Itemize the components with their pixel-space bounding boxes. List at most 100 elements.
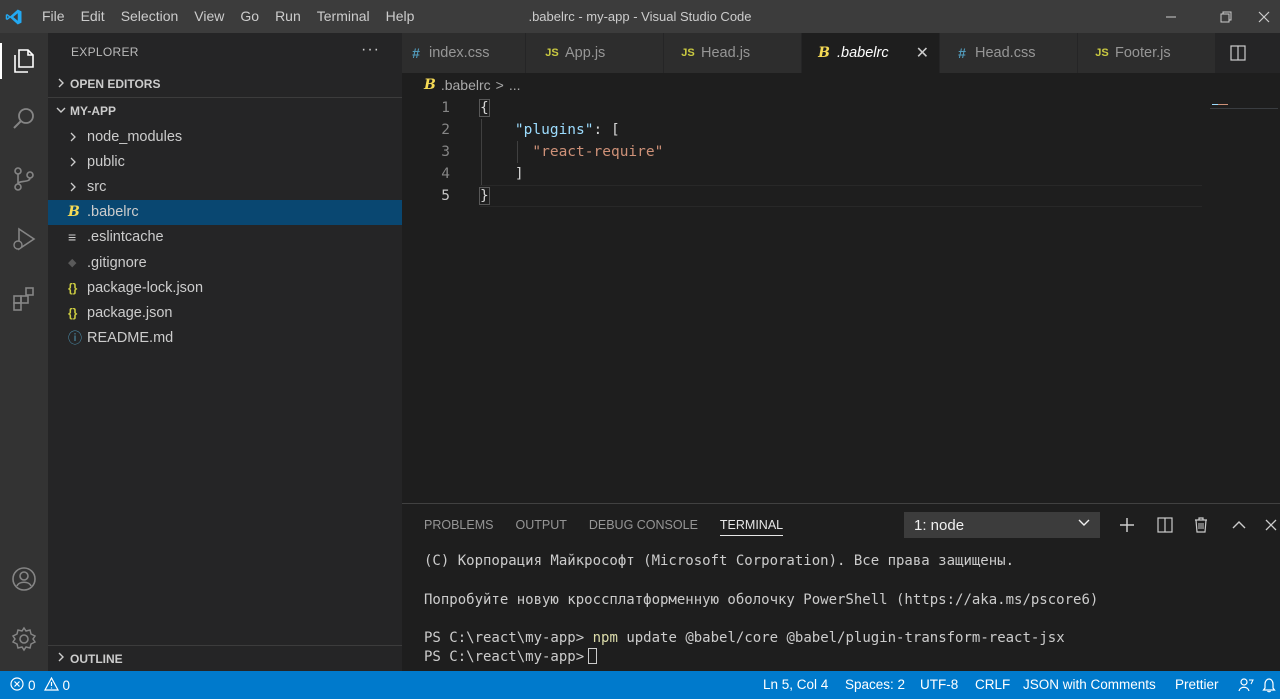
- sidebar-header: EXPLORER ···: [48, 33, 402, 71]
- close-panel-icon[interactable]: [1262, 513, 1280, 537]
- tab-debug-console[interactable]: DEBUG CONSOLE: [589, 504, 698, 544]
- menu-help[interactable]: Help: [378, 0, 423, 33]
- tree-item-label: package-lock.json: [87, 279, 204, 296]
- code-lines: { "plugins": [ "react-require" ] }: [479, 97, 664, 207]
- line-number: 4: [441, 166, 450, 182]
- code-line: }: [479, 185, 663, 207]
- js-file-icon: JS: [545, 47, 559, 59]
- new-terminal-icon[interactable]: [1115, 513, 1139, 537]
- run-debug-icon[interactable]: [0, 215, 48, 263]
- tab-label: Head.css: [975, 45, 1036, 61]
- feedback-icon[interactable]: [1238, 671, 1254, 699]
- code-line: "plugins": [: [480, 119, 663, 141]
- close-window-button[interactable]: [1248, 0, 1280, 33]
- menu-run[interactable]: Run: [267, 0, 309, 33]
- source-control-icon[interactable]: [0, 155, 48, 203]
- more-actions-icon[interactable]: ···: [361, 41, 380, 59]
- terminal-cursor: [588, 648, 598, 665]
- terminal-prompt: PS C:\react\my-app>: [424, 649, 585, 666]
- tab-terminal[interactable]: TERMINAL: [719, 504, 784, 544]
- chevron-right-icon: [56, 652, 70, 665]
- encoding[interactable]: UTF-8: [920, 671, 958, 699]
- tab-head-js[interactable]: JS Head.js: [664, 33, 802, 73]
- tab-index-css[interactable]: # index.css: [402, 33, 526, 73]
- line-number: 3: [441, 144, 450, 160]
- menu-edit[interactable]: Edit: [73, 0, 113, 33]
- restore-button[interactable]: [1203, 0, 1249, 33]
- menu-terminal[interactable]: Terminal: [309, 0, 378, 33]
- minimap[interactable]: [1210, 99, 1280, 109]
- terminal-prompt: PS C:\react\my-app>: [424, 630, 585, 647]
- settings-gear-icon[interactable]: [0, 615, 48, 663]
- tab-app-js[interactable]: JS App.js: [526, 33, 664, 73]
- open-editors-section[interactable]: OPEN EDITORS: [48, 71, 402, 98]
- end-of-line[interactable]: CRLF: [975, 671, 1010, 699]
- tree-item-node-modules[interactable]: node_modules: [48, 124, 402, 149]
- extensions-icon[interactable]: [0, 275, 48, 323]
- terminal-line: (C) Корпорация Майкрософт (Microsoft Cor…: [424, 553, 1015, 569]
- outline-section[interactable]: OUTLINE: [48, 645, 402, 671]
- terminal-line: PS C:\react\my-app>: [424, 648, 1098, 667]
- tree-item-label: package.json: [87, 304, 173, 321]
- split-terminal-icon[interactable]: [1153, 513, 1177, 537]
- tab-output[interactable]: OUTPUT: [515, 504, 566, 544]
- tree-item-eslintcache[interactable]: ≡ .eslintcache: [48, 225, 402, 250]
- minimize-button[interactable]: [1148, 0, 1194, 33]
- tree-item-label: .gitignore: [87, 254, 147, 271]
- terminal-output[interactable]: (C) Корпорация Майкрософт (Microsoft Cor…: [424, 552, 1098, 668]
- prettier-status[interactable]: Prettier: [1175, 671, 1219, 699]
- chevron-right-icon: [68, 157, 87, 167]
- code-editor[interactable]: 1 2 3 4 5 { "plugins": [ "react-require"…: [402, 97, 1280, 503]
- notifications-bell-icon[interactable]: [1262, 671, 1276, 699]
- warning-icon: [43, 676, 59, 694]
- tree-item-gitignore[interactable]: ◆ .gitignore: [48, 250, 402, 275]
- tree-item-label: src: [87, 178, 107, 195]
- terminal-line: PS C:\react\my-app> npm update @babel/co…: [424, 629, 1098, 648]
- json-string: "react-require": [532, 144, 664, 160]
- tree-item-label: .babelrc: [87, 204, 139, 221]
- close-brace: }: [479, 187, 490, 205]
- menu-go[interactable]: Go: [232, 0, 267, 33]
- menu-selection[interactable]: Selection: [113, 0, 187, 33]
- tree-item-babelrc[interactable]: B .babelrc: [48, 199, 402, 225]
- maximize-panel-icon[interactable]: [1227, 513, 1251, 537]
- language-mode[interactable]: JSON with Comments: [1023, 671, 1156, 699]
- info-file-icon: ⓘ: [68, 330, 82, 347]
- tab-babelrc[interactable]: B .babelrc ✕: [802, 33, 940, 73]
- terminal-select[interactable]: 1: node: [904, 512, 1100, 538]
- chevron-right-icon: [68, 182, 87, 192]
- problems-status[interactable]: 0 0: [10, 671, 70, 699]
- tree-item-public[interactable]: public: [48, 149, 402, 174]
- line-numbers: 1 2 3 4 5: [402, 97, 454, 207]
- tree-item-src[interactable]: src: [48, 174, 402, 199]
- breadcrumb-more[interactable]: ...: [509, 77, 521, 93]
- warning-count: 0: [62, 677, 71, 693]
- json-file-icon: {}: [68, 280, 78, 295]
- menu-file[interactable]: File: [34, 0, 73, 33]
- search-icon[interactable]: [0, 95, 48, 143]
- json-key: "plugins": [514, 122, 594, 138]
- cursor-position[interactable]: Ln 5, Col 4: [763, 671, 828, 699]
- indentation[interactable]: Spaces: 2: [845, 671, 905, 699]
- trash-icon[interactable]: [1189, 513, 1213, 537]
- account-icon[interactable]: [0, 555, 48, 603]
- tab-footer-js[interactable]: JS Footer.js: [1078, 33, 1216, 73]
- js-file-icon: JS: [681, 47, 695, 59]
- tree-item-package-lock[interactable]: {} package-lock.json: [48, 275, 402, 300]
- menu-view[interactable]: View: [186, 0, 232, 33]
- breadcrumb-file[interactable]: .babelrc: [441, 77, 491, 93]
- error-count: 0: [28, 677, 36, 693]
- tree-item-readme[interactable]: ⓘ README.md: [48, 326, 402, 351]
- project-section[interactable]: MY-APP: [48, 98, 402, 124]
- explorer-icon[interactable]: [0, 37, 48, 85]
- tab-problems[interactable]: PROBLEMS: [424, 504, 493, 544]
- editor-tabs: # index.css JS App.js JS Head.js B .babe…: [402, 33, 1280, 73]
- chevron-down-icon: [56, 105, 70, 118]
- close-tab-icon[interactable]: ✕: [916, 43, 929, 63]
- tree-item-package-json[interactable]: {} package.json: [48, 300, 402, 325]
- split-editor-icon[interactable]: [1218, 33, 1258, 73]
- tab-head-css[interactable]: # Head.css: [940, 33, 1078, 73]
- status-bar: 0 0 Ln 5, Col 4 Spaces: 2 UTF-8 CRLF JSO…: [0, 671, 1280, 699]
